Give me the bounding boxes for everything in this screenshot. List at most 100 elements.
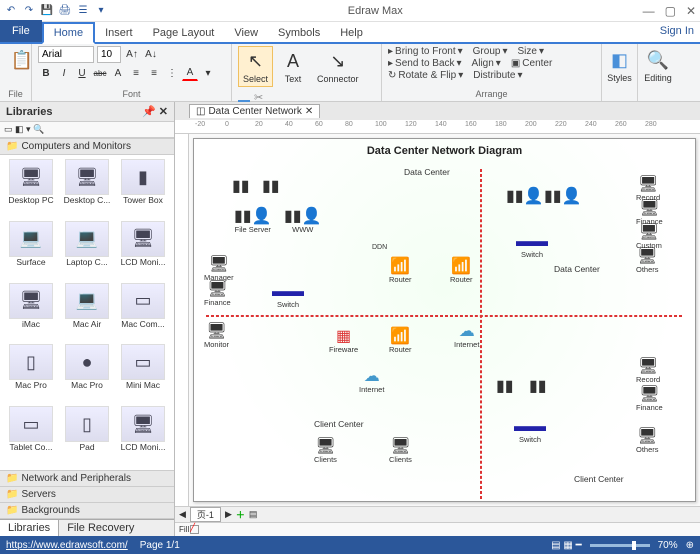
node-router-3[interactable]: 📶Router xyxy=(450,259,473,284)
group-button[interactable]: Group ▾ xyxy=(473,46,508,57)
distribute-button[interactable]: Distribute ▾ xyxy=(473,70,522,81)
tab-page-layout[interactable]: Page Layout xyxy=(143,24,225,42)
node-internet-1[interactable]: ☁Internet xyxy=(359,369,384,394)
underline-button[interactable]: U xyxy=(74,65,90,81)
styles-button[interactable]: ◧Styles xyxy=(608,46,631,85)
zoom-level[interactable]: 70% xyxy=(658,540,678,551)
sidebar-tab-libraries[interactable]: Libraries xyxy=(0,520,59,536)
more-font-icon[interactable]: ▾ xyxy=(200,65,216,81)
tab-symbols[interactable]: Symbols xyxy=(268,24,330,42)
library-item[interactable]: ▭Tablet Co... xyxy=(4,406,58,466)
node-server[interactable]: ▮▮ xyxy=(232,179,250,195)
next-page-icon[interactable]: ▶ xyxy=(225,509,232,520)
node-server-br[interactable]: ▮▮ xyxy=(529,379,547,395)
node-monitor[interactable]: 🖥Monitor xyxy=(204,324,229,349)
bullets-icon[interactable]: ⋮ xyxy=(164,65,180,81)
library-item[interactable]: 💻Laptop C... xyxy=(60,221,114,281)
editing-button[interactable]: 🔍Editing xyxy=(644,46,672,85)
node-internet-2[interactable]: ☁Internet xyxy=(454,324,479,349)
font-color-button[interactable]: A xyxy=(182,65,198,81)
node-manager[interactable]: 🖥Manager xyxy=(204,257,234,282)
library-item[interactable]: ▮Tower Box xyxy=(116,159,170,219)
tab-close-icon[interactable]: ✕ xyxy=(305,106,313,117)
libraries-pin-icon[interactable]: 📌 xyxy=(142,106,156,118)
bold-button[interactable]: B xyxy=(38,65,54,81)
node-switch-1[interactable]: ▬▬Switch xyxy=(272,284,304,309)
category-servers[interactable]: 📁Servers xyxy=(0,487,174,503)
align-button[interactable]: Align ▾ xyxy=(472,58,501,69)
node-router-2[interactable]: 📶Router xyxy=(389,329,412,354)
node-server-br[interactable]: ▮▮ xyxy=(496,379,514,395)
library-item[interactable]: 🖥Desktop PC xyxy=(4,159,58,219)
sidebar-tab-recovery[interactable]: File Recovery xyxy=(59,520,142,536)
view-mode-icon[interactable]: ▤ ▦ ━ xyxy=(551,540,581,551)
library-item[interactable]: 💻Mac Air xyxy=(60,283,114,343)
node-clients-2[interactable]: 🖥Clients xyxy=(389,439,412,464)
font-size-select[interactable] xyxy=(97,46,121,63)
close-icon[interactable]: ✕ xyxy=(686,4,696,18)
library-item[interactable]: ▭Mini Mac xyxy=(116,344,170,404)
no-fill-icon[interactable]: ╱ xyxy=(190,525,199,534)
category-network[interactable]: 📁Network and Peripherals xyxy=(0,471,174,487)
qat-dropdown-icon[interactable]: ▾ xyxy=(94,4,108,18)
center-button[interactable]: ▣ Center xyxy=(511,58,552,69)
library-item[interactable]: 🖥Desktop C... xyxy=(60,159,114,219)
sign-in-link[interactable]: Sign In xyxy=(660,25,694,37)
highlight-button[interactable]: A xyxy=(110,65,126,81)
node-fileserver[interactable]: ▮▮👤File Server xyxy=(234,209,272,234)
library-item[interactable]: 🖥LCD Moni... xyxy=(116,221,170,281)
select-tool[interactable]: ↖Select xyxy=(238,46,273,87)
library-item[interactable]: 💻Surface xyxy=(4,221,58,281)
node-server[interactable]: ▮▮ xyxy=(262,179,280,195)
node-www[interactable]: ▮▮👤WWW xyxy=(284,209,322,234)
fit-icon[interactable]: ⊕ xyxy=(686,540,694,551)
connector-tool[interactable]: ↘Connector xyxy=(313,47,363,86)
node-router-1[interactable]: 📶Router xyxy=(389,259,412,284)
tab-view[interactable]: View xyxy=(224,24,268,42)
redo-icon[interactable]: ↷ xyxy=(22,4,36,18)
page-menu-icon[interactable]: ▤ xyxy=(249,509,258,520)
italic-button[interactable]: I xyxy=(56,65,72,81)
node-server-r[interactable]: ▮▮👤 xyxy=(506,189,544,205)
node-others[interactable]: 🖥Others xyxy=(636,249,659,274)
add-page-icon[interactable]: ＋ xyxy=(236,508,245,521)
node-server-r[interactable]: ▮▮👤 xyxy=(544,189,582,205)
node-custom[interactable]: 🖥Custom xyxy=(636,225,662,250)
node-switch-2[interactable]: ▬▬Switch xyxy=(516,234,548,259)
prev-page-icon[interactable]: ◀ xyxy=(179,509,186,520)
status-url[interactable]: https://www.edrawsoft.com/ xyxy=(6,540,128,551)
save-icon[interactable]: 💾 xyxy=(40,4,54,18)
libraries-toolbar[interactable]: ▭ ◧ ▾ 🔍 xyxy=(0,122,174,138)
increase-font-icon[interactable]: A↑ xyxy=(124,47,140,63)
node-finance[interactable]: 🖥Finance xyxy=(204,282,231,307)
file-tab[interactable]: File xyxy=(0,20,42,42)
tab-home[interactable]: Home xyxy=(42,22,95,44)
library-item[interactable]: 🖥LCD Moni... xyxy=(116,406,170,466)
strike-button[interactable]: abc xyxy=(92,65,108,81)
node-fireware[interactable]: ▦Fireware xyxy=(329,329,358,354)
node-others-b[interactable]: 🖥Others xyxy=(636,429,659,454)
maximize-icon[interactable]: ▢ xyxy=(665,4,676,18)
library-item[interactable]: ▭Mac Com... xyxy=(116,283,170,343)
node-clients-1[interactable]: 🖥Clients xyxy=(314,439,337,464)
font-name-select[interactable] xyxy=(38,46,94,63)
node-record[interactable]: 🖥Record xyxy=(636,177,660,202)
rotate-button[interactable]: ↻ Rotate & Flip ▾ xyxy=(388,70,463,81)
doc-icon[interactable]: ☰ xyxy=(76,4,90,18)
library-item[interactable]: ●Mac Pro xyxy=(60,344,114,404)
tab-help[interactable]: Help xyxy=(330,24,373,42)
send-back-button[interactable]: ▸ Send to Back ▾ xyxy=(388,58,462,69)
library-item[interactable]: 🖥iMac xyxy=(4,283,58,343)
page-tab[interactable]: 页-1 xyxy=(190,507,221,522)
tab-insert[interactable]: Insert xyxy=(95,24,143,42)
node-switch-3[interactable]: ▬▬Switch xyxy=(514,419,546,444)
text-tool[interactable]: AText xyxy=(277,47,309,86)
node-finance-b[interactable]: 🖥Finance xyxy=(636,387,663,412)
node-record-b[interactable]: 🖥Record xyxy=(636,359,660,384)
library-item[interactable]: ▯Pad xyxy=(60,406,114,466)
document-tab[interactable]: ◫Data Center Network ✕ xyxy=(189,104,320,118)
align-left-icon[interactable]: ≡ xyxy=(128,65,144,81)
print-icon[interactable]: 🖨 xyxy=(58,4,72,18)
align-center-icon[interactable]: ≡ xyxy=(146,65,162,81)
minimize-icon[interactable]: — xyxy=(643,4,655,18)
